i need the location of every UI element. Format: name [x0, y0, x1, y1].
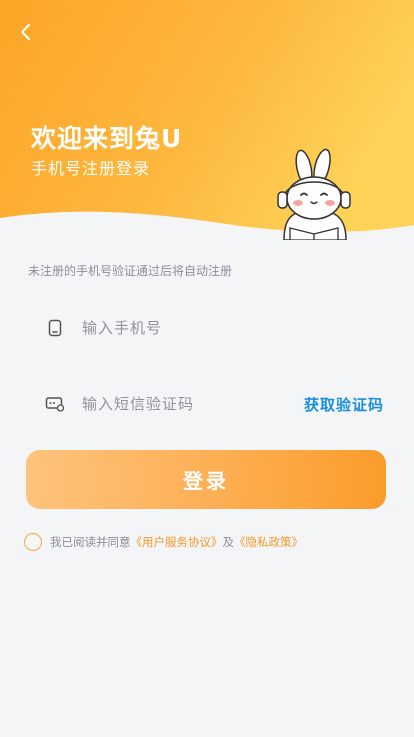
hero-header: 欢迎来到兔U 手机号注册登录 — [0, 0, 414, 240]
agreement-checkbox[interactable] — [24, 533, 42, 551]
rabbit-mascot-illustration — [277, 148, 351, 240]
page-title: 欢迎来到兔U — [31, 124, 183, 153]
get-code-button[interactable]: 获取验证码 — [304, 394, 384, 415]
sms-code-field: 获取验证码 — [44, 388, 384, 420]
sms-code-icon — [44, 393, 66, 415]
login-button[interactable]: 登录 — [26, 450, 386, 509]
user-agreement-link[interactable]: 《用户服务协议》 — [131, 534, 223, 550]
agreement-row: 我已阅读并同意 《用户服务协议》 及 《隐私政策》 — [24, 533, 303, 551]
agreement-prefix: 我已阅读并同意 — [50, 535, 131, 549]
phone-input[interactable] — [80, 318, 384, 338]
sms-code-input[interactable] — [80, 394, 304, 414]
chevron-left-icon — [21, 24, 30, 40]
phone-field — [44, 312, 384, 344]
phone-icon — [44, 317, 66, 339]
page-subtitle: 手机号注册登录 — [31, 159, 151, 178]
agreement-and: 及 — [222, 535, 235, 549]
back-button[interactable] — [12, 18, 40, 46]
privacy-policy-link[interactable]: 《隐私政策》 — [234, 534, 303, 550]
auto-register-hint: 未注册的手机号验证通过后将自动注册 — [28, 264, 233, 278]
